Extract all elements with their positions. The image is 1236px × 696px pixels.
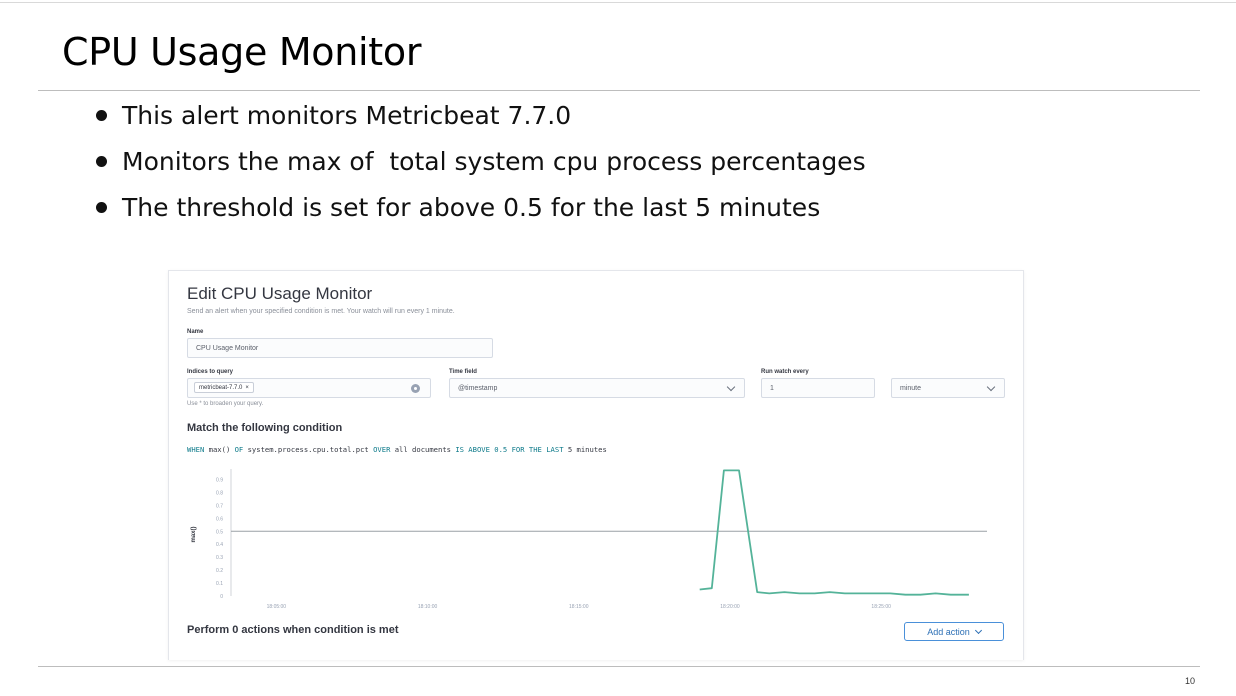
y-tick-label: 0.7	[216, 503, 223, 509]
bullet-icon	[96, 156, 107, 167]
page-number: 10	[1185, 676, 1196, 686]
y-tick-label: 0	[220, 594, 223, 600]
add-action-label: Add action	[927, 626, 970, 637]
bullet-text: The threshold is set for above 0.5 for t…	[122, 193, 821, 222]
y-axis-label: max()	[191, 526, 197, 542]
bullet-icon	[96, 202, 107, 213]
chevron-down-icon	[974, 626, 982, 634]
bullet-list: This alert monitors Metricbeat 7.7.0 Mon…	[96, 93, 866, 231]
actions-heading: Perform 0 actions when condition is met	[187, 624, 399, 636]
bullet-item: Monitors the max of total system cpu pro…	[96, 139, 866, 185]
condition-chart: 0 0.1 0.2 0.3 0.4 0.5 0.6 0.7 0.8 0.9 18:05:00 18:…	[191, 469, 987, 610]
y-tick-label: 0.6	[216, 516, 223, 522]
add-action-button[interactable]: Add action	[904, 622, 1004, 641]
bullet-text: This alert monitors Metricbeat 7.7.0	[122, 101, 572, 130]
y-tick-label: 0.4	[216, 542, 223, 548]
series-line	[699, 469, 969, 596]
y-tick-label: 0.3	[216, 555, 223, 561]
y-tick-label: 0.9	[216, 477, 223, 483]
footer-divider	[38, 666, 1200, 667]
x-tick-label: 18:20:00	[720, 604, 740, 610]
y-tick-label: 0.1	[216, 581, 223, 587]
y-tick-label: 0.5	[216, 529, 223, 535]
bullet-icon	[96, 110, 107, 121]
bullet-text: Monitors the max of total system cpu pro…	[122, 147, 866, 176]
bullet-item: The threshold is set for above 0.5 for t…	[96, 185, 866, 231]
y-tick-label: 0.2	[216, 568, 223, 574]
title-divider	[38, 90, 1200, 91]
bullet-item: This alert monitors Metricbeat 7.7.0	[96, 93, 866, 139]
top-border	[0, 2, 1236, 3]
x-tick-label: 18:25:00	[871, 604, 891, 610]
watch-editor-panel: Edit CPU Usage Monitor Send an alert whe…	[168, 270, 1024, 660]
y-tick-label: 0.8	[216, 490, 223, 496]
x-tick-label: 18:10:00	[418, 604, 438, 610]
x-tick-label: 18:05:00	[267, 604, 287, 610]
slide-title: CPU Usage Monitor	[62, 30, 422, 74]
x-tick-label: 18:15:00	[569, 604, 589, 610]
